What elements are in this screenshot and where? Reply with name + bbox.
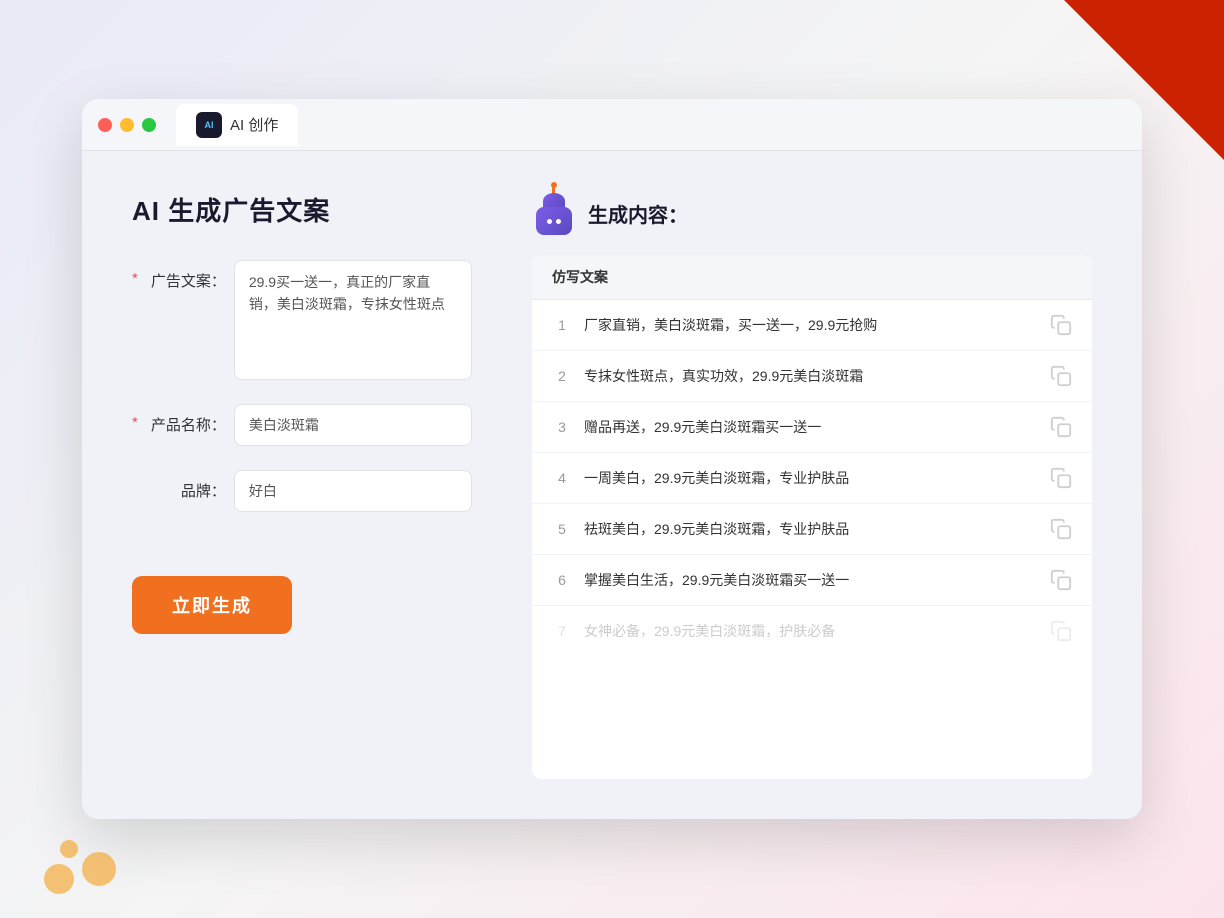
row-num: 6 xyxy=(552,572,572,588)
copy-icon[interactable] xyxy=(1050,518,1072,540)
maximize-button[interactable] xyxy=(142,118,156,132)
ai-logo-icon xyxy=(196,112,222,138)
ad-copy-input[interactable]: 29.9买一送一，真正的厂家直销，美白淡斑霜，专抹女性斑点 xyxy=(234,260,472,380)
titlebar: AI 创作 xyxy=(82,99,1142,151)
right-panel: 生成内容： 仿写文案 1 厂家直销，美白淡斑霜，买一送一，29.9元抢购 2 专… xyxy=(532,191,1092,779)
app-window: AI 创作 AI 生成广告文案 * 广告文案： 29.9买一送一，真正的厂家直销… xyxy=(82,99,1142,819)
product-name-label: 产品名称： xyxy=(146,404,226,435)
row-num: 4 xyxy=(552,470,572,486)
row-text: 祛斑美白，29.9元美白淡斑霜，专业护肤品 xyxy=(584,519,1038,540)
bot-eye-left xyxy=(547,219,552,224)
table-row: 3 赠品再送，29.9元美白淡斑霜买一送一 xyxy=(532,402,1092,453)
brand-input[interactable] xyxy=(234,470,472,512)
table-row: 4 一周美白，29.9元美白淡斑霜，专业护肤品 xyxy=(532,453,1092,504)
copy-icon[interactable] xyxy=(1050,467,1072,489)
bot-icon xyxy=(532,191,576,235)
minimize-button[interactable] xyxy=(120,118,134,132)
row-text: 一周美白，29.9元美白淡斑霜，专业护肤品 xyxy=(584,468,1038,489)
copy-icon[interactable] xyxy=(1050,314,1072,336)
row-num: 1 xyxy=(552,317,572,333)
row-num: 7 xyxy=(552,623,572,639)
ad-copy-label: 广告文案： xyxy=(146,260,226,291)
copy-icon[interactable] xyxy=(1050,620,1072,642)
ai-tab[interactable]: AI 创作 xyxy=(176,104,298,146)
required-star-product: * xyxy=(132,404,138,431)
main-content: AI 生成广告文案 * 广告文案： 29.9买一送一，真正的厂家直销，美白淡斑霜… xyxy=(82,151,1142,819)
copy-icon[interactable] xyxy=(1050,365,1072,387)
table-column-header: 仿写文案 xyxy=(532,255,1092,300)
table-row: 6 掌握美白生活，29.9元美白淡斑霜买一送一 xyxy=(532,555,1092,606)
row-text: 赠品再送，29.9元美白淡斑霜买一送一 xyxy=(584,417,1038,438)
brand-group: * 品牌： xyxy=(132,470,472,512)
left-panel: AI 生成广告文案 * 广告文案： 29.9买一送一，真正的厂家直销，美白淡斑霜… xyxy=(132,191,472,779)
bot-body xyxy=(536,207,572,235)
copy-icon[interactable] xyxy=(1050,416,1072,438)
result-title: 生成内容： xyxy=(588,199,688,228)
row-num: 3 xyxy=(552,419,572,435)
required-star-ad: * xyxy=(132,260,138,287)
table-row: 7 女神必备，29.9元美白淡斑霜，护肤必备 xyxy=(532,606,1092,656)
row-num: 2 xyxy=(552,368,572,384)
row-num: 5 xyxy=(552,521,572,537)
row-text: 女神必备，29.9元美白淡斑霜，护肤必备 xyxy=(584,621,1038,642)
brand-label: 品牌： xyxy=(146,470,226,501)
tab-label: AI 创作 xyxy=(230,114,278,135)
table-row: 5 祛斑美白，29.9元美白淡斑霜，专业护肤品 xyxy=(532,504,1092,555)
copy-icon[interactable] xyxy=(1050,569,1072,591)
product-name-group: * 产品名称： xyxy=(132,404,472,446)
product-name-input[interactable] xyxy=(234,404,472,446)
generate-button[interactable]: 立即生成 xyxy=(132,576,292,634)
row-text: 掌握美白生活，29.9元美白淡斑霜买一送一 xyxy=(584,570,1038,591)
close-button[interactable] xyxy=(98,118,112,132)
table-row: 1 厂家直销，美白淡斑霜，买一送一，29.9元抢购 xyxy=(532,300,1092,351)
result-header: 生成内容： xyxy=(532,191,1092,235)
traffic-lights xyxy=(98,118,156,132)
bot-eye-right xyxy=(556,219,561,224)
table-row: 2 专抹女性斑点，真实功效，29.9元美白淡斑霜 xyxy=(532,351,1092,402)
row-text: 专抹女性斑点，真实功效，29.9元美白淡斑霜 xyxy=(584,366,1038,387)
row-text: 厂家直销，美白淡斑霜，买一送一，29.9元抢购 xyxy=(584,315,1038,336)
result-table: 仿写文案 1 厂家直销，美白淡斑霜，买一送一，29.9元抢购 2 专抹女性斑点，… xyxy=(532,255,1092,779)
ad-copy-group: * 广告文案： 29.9买一送一，真正的厂家直销，美白淡斑霜，专抹女性斑点 xyxy=(132,260,472,380)
page-title: AI 生成广告文案 xyxy=(132,191,472,228)
